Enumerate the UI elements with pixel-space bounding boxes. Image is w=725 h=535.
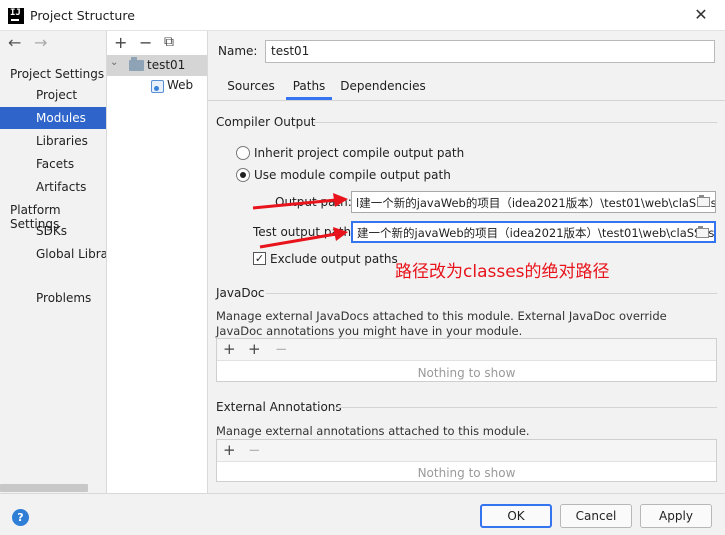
sidebar-item-libraries[interactable]: Libraries — [0, 130, 106, 152]
window-title: Project Structure — [30, 8, 135, 23]
back-arrow-icon[interactable]: ← — [8, 33, 21, 52]
javadoc-description: Manage external JavaDocs attached to thi… — [216, 309, 667, 338]
arrow-to-test-output-path — [259, 227, 348, 249]
module-tree-pane: + − ⧉ ⌄ test01 Web — [107, 31, 208, 493]
remove-icon[interactable]: − — [248, 441, 261, 459]
sidebar-item-problems[interactable]: Problems — [0, 287, 106, 309]
external-annotations-header: External Annotations — [216, 400, 342, 414]
remove-icon[interactable]: − — [139, 33, 152, 52]
javadoc-list[interactable]: + + − Nothing to show — [216, 338, 717, 382]
horizontal-scrollbar[interactable] — [0, 484, 88, 492]
title-bar: IJ Project Structure ✕ — [0, 0, 725, 31]
dialog-button-bar: ? OK Cancel Apply — [0, 493, 725, 535]
empty-list-text: Nothing to show — [417, 366, 516, 380]
sidebar-item-project[interactable]: Project — [0, 84, 106, 106]
forward-arrow-icon[interactable]: → — [34, 33, 47, 52]
annotations-description: Manage external annotations attached to … — [216, 424, 530, 438]
module-details-pane: Name: test01 Sources Paths Dependencies … — [208, 31, 725, 493]
tree-item-label: test01 — [147, 58, 186, 72]
add-icon[interactable]: + — [223, 340, 236, 358]
javadoc-toolbar: + + − — [217, 339, 716, 361]
sidebar-item-artifacts[interactable]: Artifacts — [0, 176, 106, 198]
remove-icon[interactable]: − — [275, 340, 288, 358]
module-folder-icon — [129, 57, 144, 71]
help-icon[interactable]: ? — [12, 509, 29, 526]
empty-list-text: Nothing to show — [417, 466, 516, 480]
annotations-toolbar: + − — [217, 440, 716, 462]
settings-sidebar: ← → Project Settings Project Modules Lib… — [0, 31, 107, 493]
ok-button[interactable]: OK — [480, 504, 552, 528]
web-facet-icon — [151, 80, 164, 93]
tree-row-test01[interactable]: ⌄ test01 — [107, 55, 207, 76]
divider — [266, 293, 717, 294]
intellij-app-icon: IJ — [8, 8, 24, 24]
sidebar-item-global-libraries[interactable]: Global Librari — [0, 243, 106, 265]
chevron-down-icon[interactable]: ⌄ — [110, 57, 118, 68]
cancel-button[interactable]: Cancel — [560, 504, 632, 528]
sidebar-item-sdks[interactable]: SDKs — [0, 220, 106, 242]
close-icon[interactable]: ✕ — [690, 4, 712, 26]
apply-button[interactable]: Apply — [640, 504, 712, 528]
sidebar-item-facets[interactable]: Facets — [0, 153, 106, 175]
section-project-settings: Project Settings — [10, 67, 105, 81]
add-icon[interactable]: + — [114, 33, 127, 52]
sidebar-item-modules[interactable]: Modules — [0, 107, 106, 129]
arrow-to-output-path — [252, 193, 348, 210]
javadoc-header: JavaDoc — [216, 286, 265, 300]
add-icon[interactable]: + — [223, 441, 236, 459]
add-url-icon[interactable]: + — [248, 340, 261, 358]
divider — [334, 407, 717, 408]
annotations-list[interactable]: + − Nothing to show — [216, 439, 717, 482]
tree-item-web[interactable]: Web — [167, 78, 193, 92]
copy-icon[interactable]: ⧉ — [164, 34, 174, 50]
